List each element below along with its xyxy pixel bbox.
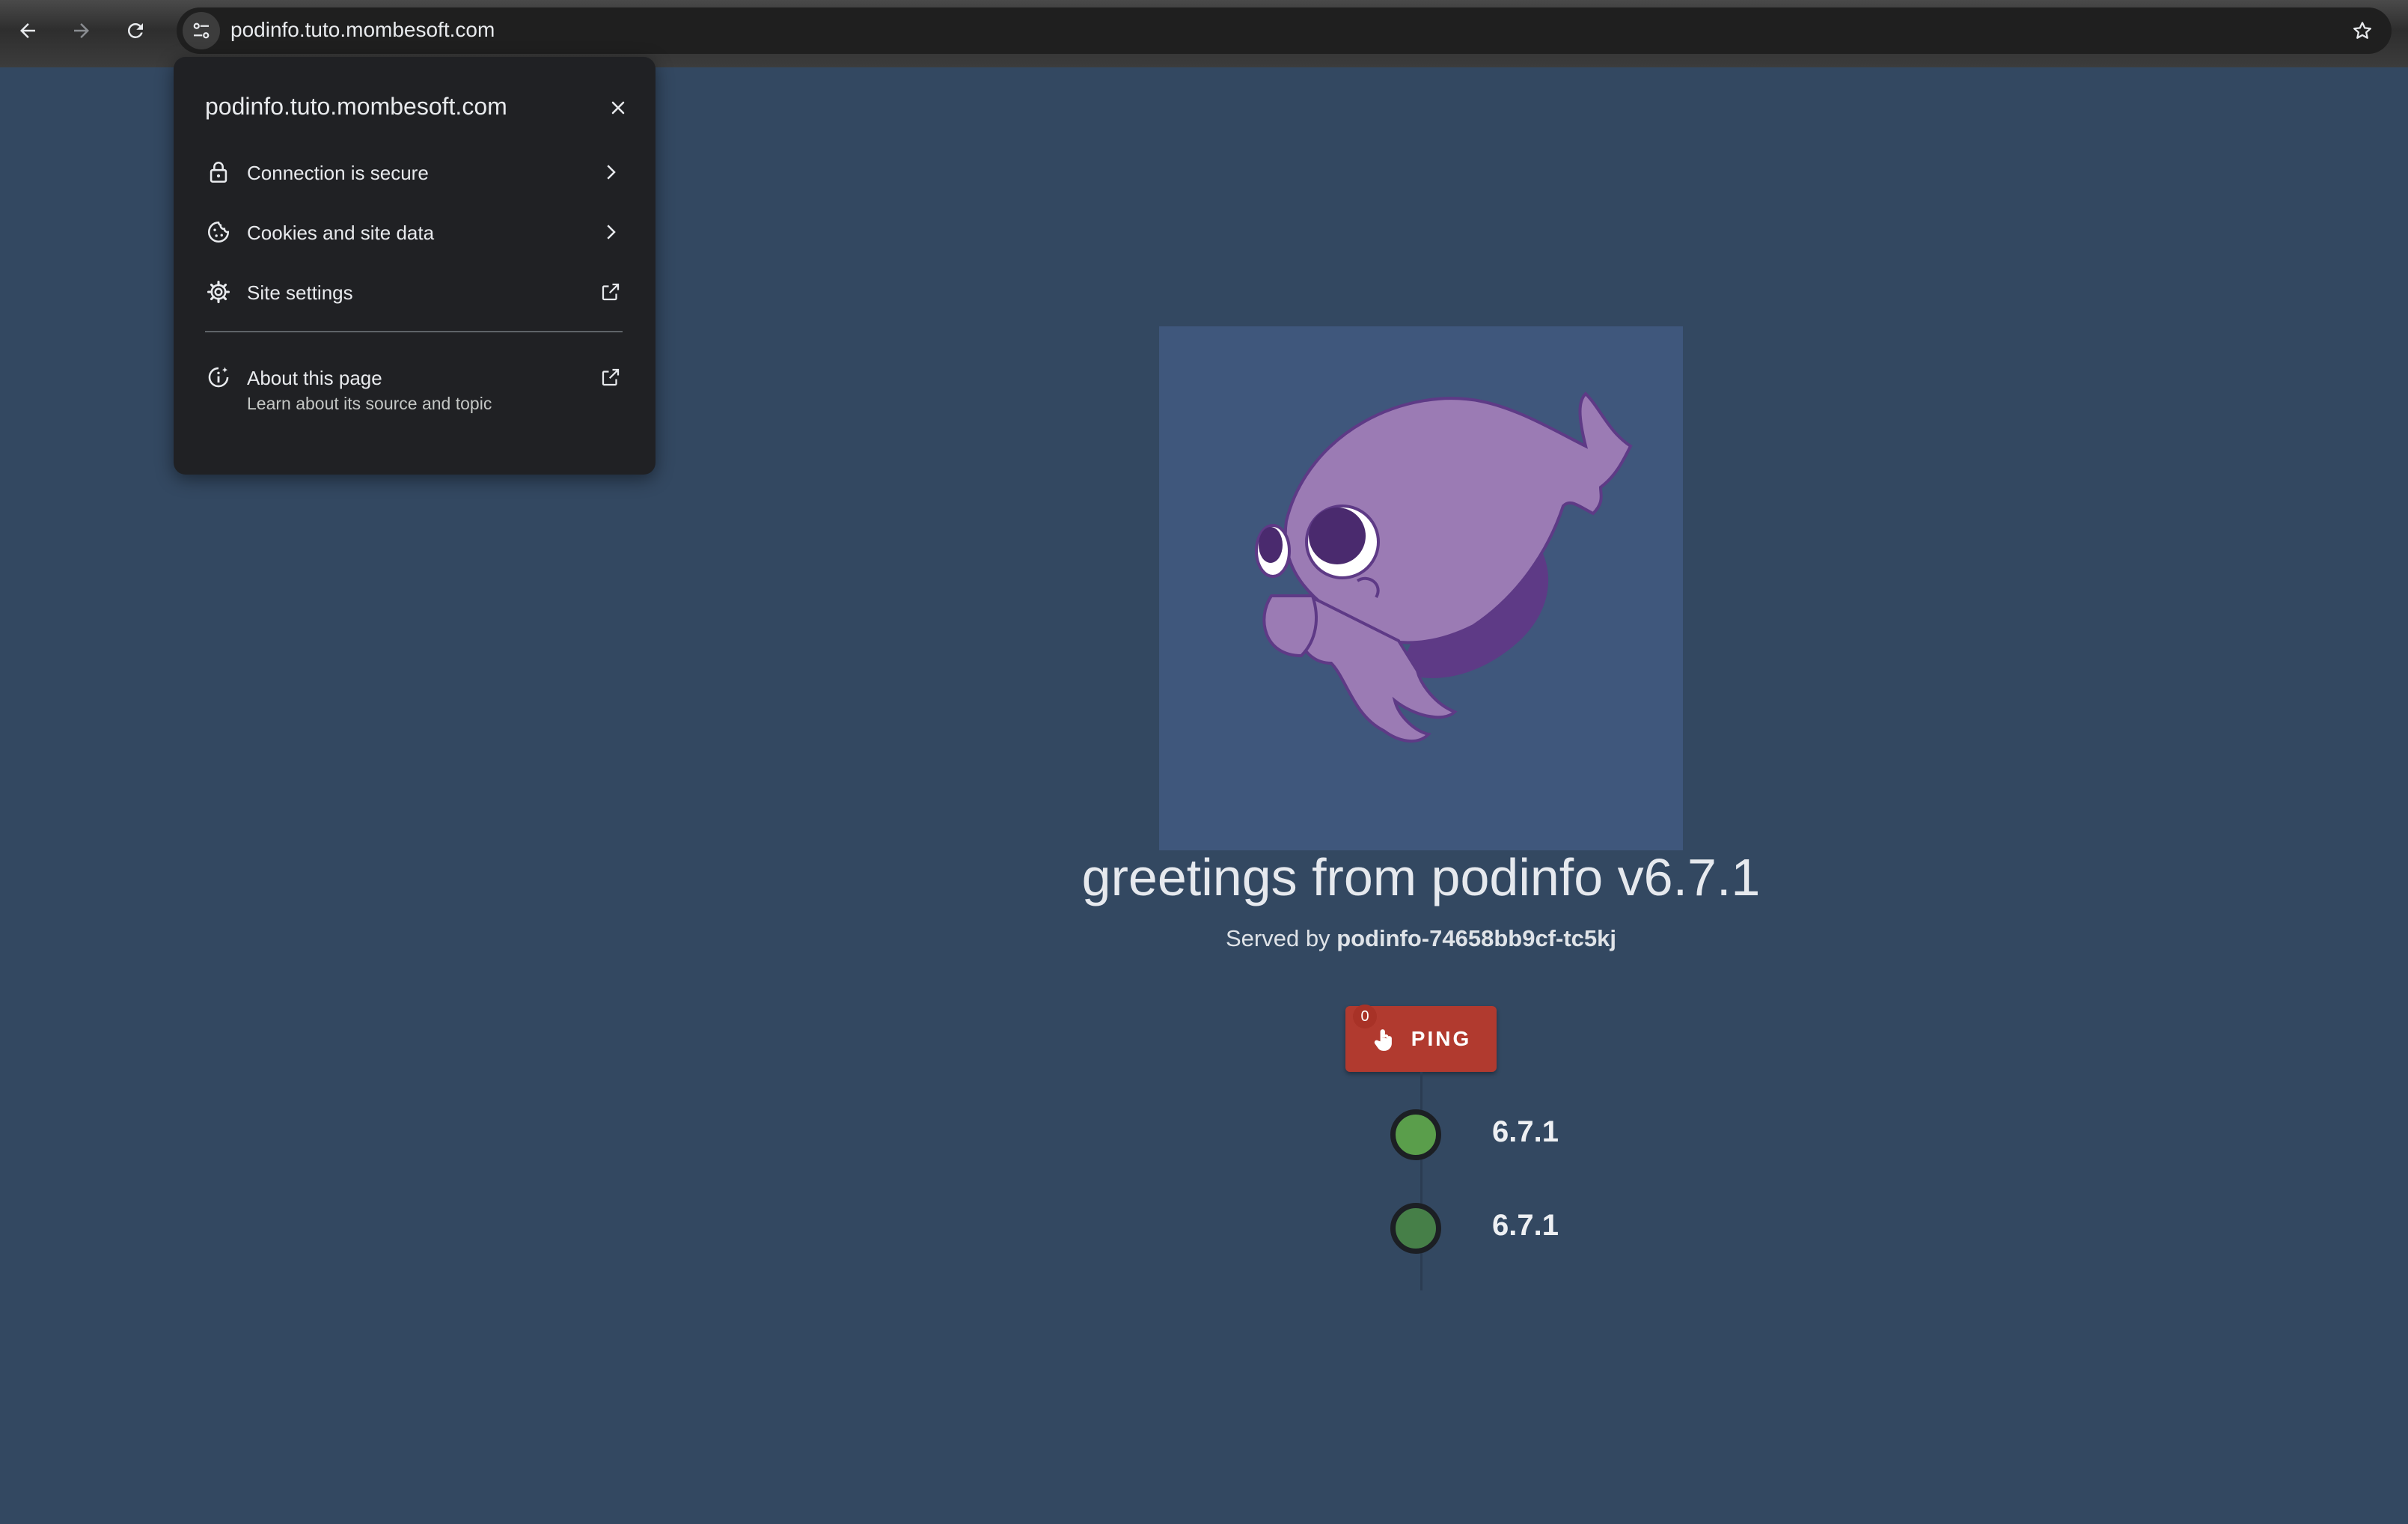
timeline-version: 6.7.1 — [1492, 1115, 1559, 1148]
bookmark-button[interactable] — [2345, 13, 2380, 48]
back-button[interactable] — [7, 10, 48, 51]
timeline-item: 6.7.1 — [1390, 1203, 1764, 1267]
status-dot — [1390, 1203, 1441, 1254]
chevron-right-icon — [597, 159, 624, 186]
about-this-page-sublabel: Learn about its source and topic — [247, 394, 492, 413]
podinfo-logo — [1159, 326, 1683, 850]
popup-title: podinfo.tuto.mombesoft.com — [205, 93, 507, 120]
close-icon — [611, 101, 625, 115]
timeline-item: 6.7.1 — [1390, 1109, 1764, 1174]
reload-button[interactable] — [115, 10, 156, 51]
popup-divider — [205, 331, 623, 332]
cookies-site-data-label: Cookies and site data — [247, 222, 435, 244]
served-by-prefix: Served by — [1225, 925, 1337, 951]
open-external-icon — [597, 278, 624, 305]
address-bar[interactable]: podinfo.tuto.mombesoft.com — [177, 7, 2392, 54]
ping-count-badge: 0 — [1353, 1005, 1377, 1028]
reload-icon — [128, 22, 143, 38]
arrow-right-icon — [74, 23, 89, 38]
timeline-version: 6.7.1 — [1492, 1209, 1559, 1242]
touch-icon — [1374, 1029, 1392, 1051]
cookies-site-data-item[interactable]: Cookies and site data — [174, 202, 656, 259]
url-text[interactable]: podinfo.tuto.mombesoft.com — [230, 18, 495, 42]
forward-button[interactable] — [61, 10, 102, 51]
site-settings-item[interactable]: Site settings — [174, 262, 656, 319]
arrow-left-icon — [20, 23, 35, 38]
about-this-page-item[interactable]: About this page Learn about its source a… — [174, 347, 656, 430]
tune-icon — [193, 22, 210, 39]
popup-close-button[interactable] — [605, 94, 632, 121]
star-outline-icon — [2353, 22, 2371, 39]
site-info-button[interactable] — [183, 12, 220, 49]
site-info-popup: podinfo.tuto.mombesoft.com Connection is… — [174, 57, 656, 475]
ping-button[interactable]: 0 PING — [1345, 1005, 1497, 1072]
cookie-icon — [205, 219, 232, 246]
served-by-host: podinfo-74658bb9cf-tc5kj — [1336, 925, 1616, 951]
served-by-text: Served by podinfo-74658bb9cf-tc5kj — [0, 925, 2408, 952]
cuttlefish-mascot — [1255, 391, 1633, 743]
page-title: greetings from podinfo v6.7.1 — [1081, 848, 1761, 906]
gear-icon — [205, 278, 232, 305]
connection-secure-label: Connection is secure — [247, 162, 429, 184]
open-external-icon — [597, 364, 624, 391]
ping-button-label: PING — [1411, 1027, 1472, 1050]
info-sparkle-icon — [205, 364, 232, 391]
chevron-right-icon — [597, 219, 624, 246]
about-this-page-label: About this page — [247, 367, 382, 389]
connection-secure-item[interactable]: Connection is secure — [174, 142, 656, 199]
status-dot — [1390, 1109, 1441, 1160]
site-settings-label: Site settings — [247, 281, 353, 304]
lock-icon — [205, 159, 232, 186]
